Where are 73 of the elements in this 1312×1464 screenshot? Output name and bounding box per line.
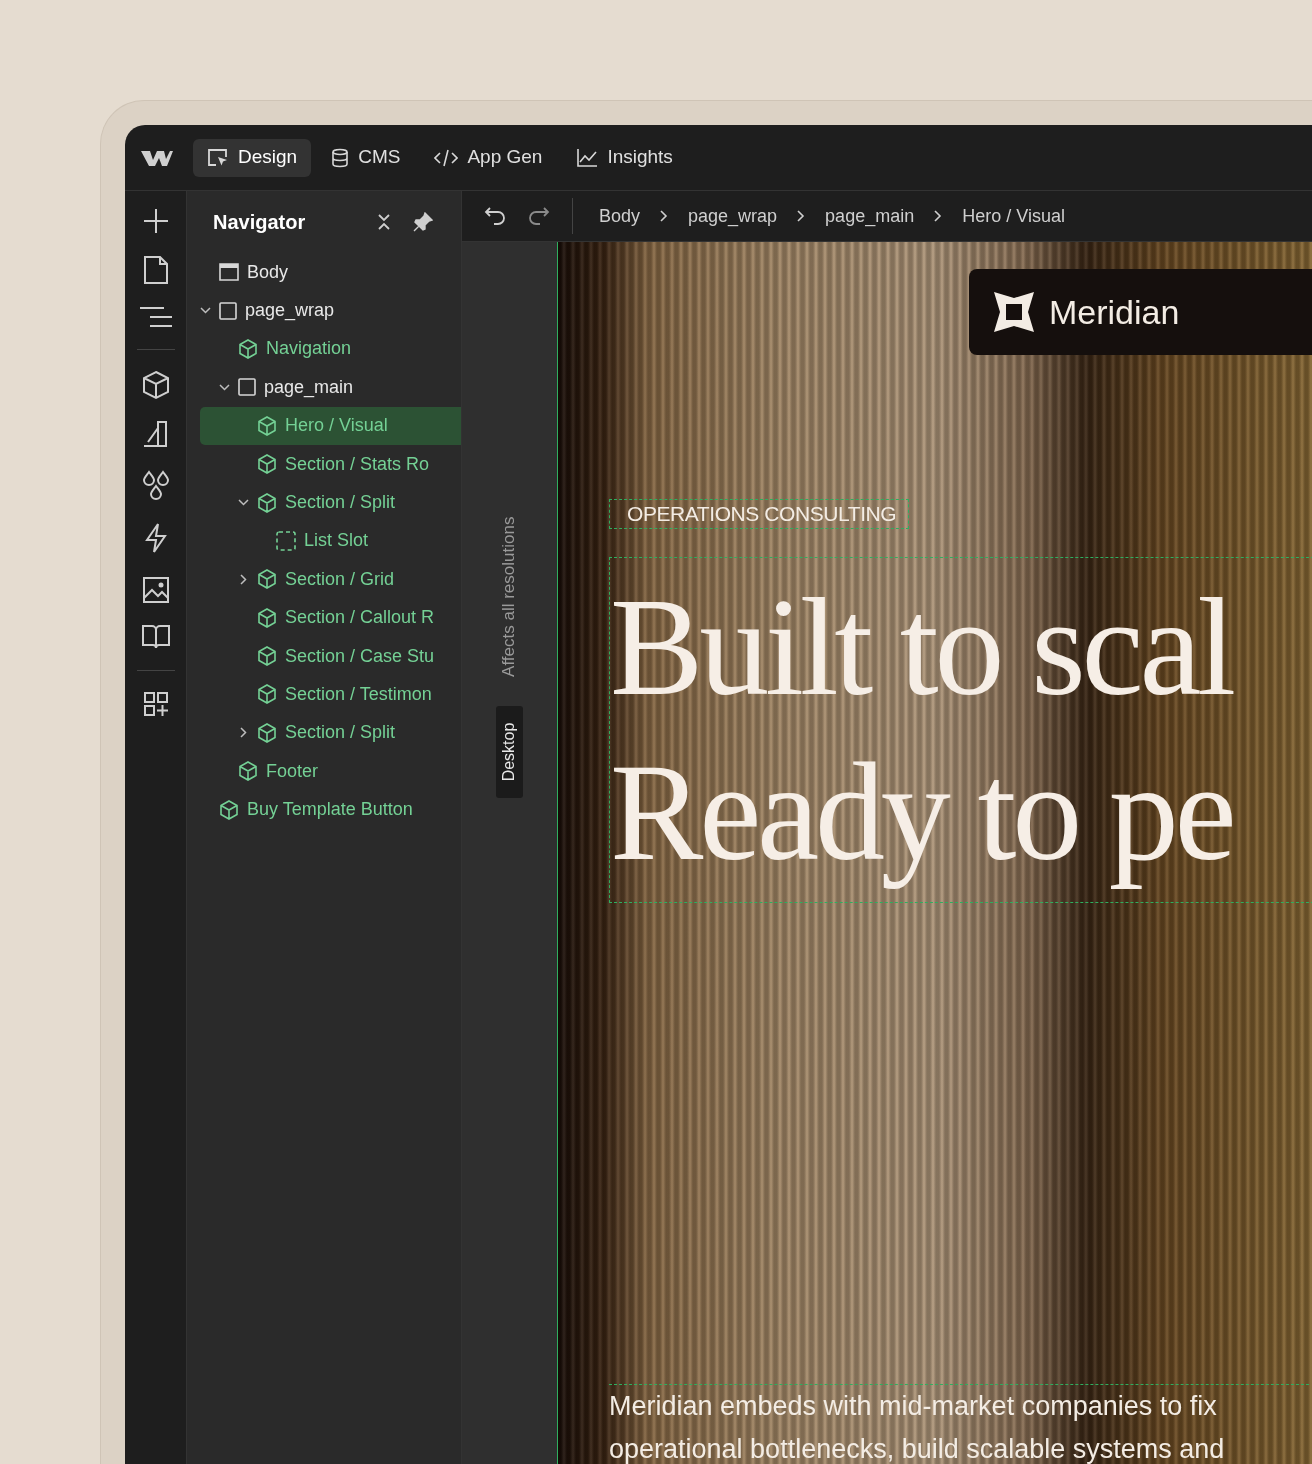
star-logo-icon — [993, 291, 1035, 333]
breadcrumb-link[interactable]: Hero / Visual — [962, 202, 1065, 230]
hero-headline: Built to scal — [610, 568, 1233, 726]
code-icon — [434, 148, 459, 167]
chevron-right-icon[interactable] — [238, 727, 249, 739]
breakpoint-note: Affects all resolutions — [498, 516, 520, 678]
square-icon — [219, 301, 237, 320]
breadcrumb-link[interactable]: Body — [599, 202, 641, 230]
tree-item[interactable]: Section / Stats Ro — [200, 444, 461, 484]
tree-item[interactable]: Footer — [200, 752, 461, 791]
cube-icon — [238, 761, 258, 782]
breadcrumb-link[interactable]: page_main — [825, 202, 915, 230]
square-icon — [238, 378, 256, 397]
chevron-right-icon[interactable] — [238, 573, 249, 585]
cube-icon — [257, 492, 277, 513]
cursor-icon — [207, 147, 229, 168]
panel-title: Navigator — [213, 210, 307, 235]
cube-icon — [257, 415, 277, 436]
database-icon — [331, 147, 350, 168]
page-icon[interactable] — [142, 255, 169, 285]
chevron-down-icon[interactable] — [238, 497, 249, 509]
dashed-square-icon — [276, 530, 296, 551]
tree-item[interactable]: Section / Testimon — [200, 675, 461, 714]
chevron-down-icon[interactable] — [200, 305, 211, 317]
cube-icon — [257, 607, 277, 628]
drops-icon[interactable] — [141, 470, 170, 502]
collapse-icon[interactable] — [377, 213, 391, 231]
book-icon[interactable] — [140, 624, 171, 650]
tree-item[interactable]: page_wrap — [200, 291, 461, 330]
cube-icon — [238, 338, 258, 359]
cube-icon — [257, 722, 277, 743]
brand-name[interactable]: Meridian — [1049, 286, 1180, 338]
tree-item[interactable]: Body — [200, 253, 461, 292]
tree-item[interactable]: page_main — [200, 368, 461, 407]
cube-icon — [219, 799, 239, 820]
add-icon[interactable] — [141, 207, 170, 235]
apps-icon[interactable] — [142, 691, 169, 717]
breakpoint-tab[interactable]: Desktop — [496, 706, 523, 798]
top-tab[interactable]: Insights — [562, 138, 687, 177]
top-tab[interactable]: App Gen — [420, 138, 557, 177]
eyebrow-label: OPERATIONS CONSULTING — [627, 501, 897, 528]
top-tab[interactable]: Design — [193, 138, 312, 177]
cube-icon — [257, 646, 277, 667]
tree-item[interactable]: Section / Grid — [200, 560, 461, 599]
chevron-right-icon — [660, 210, 669, 222]
image-icon[interactable] — [141, 574, 170, 604]
cube-icon[interactable] — [141, 370, 170, 400]
undo-icon[interactable] — [484, 206, 506, 226]
hero-paragraph: Meridian embeds with mid-market companies to fix operational bottlenecks, build scalable systems and — [609, 1384, 1309, 1464]
tree-item[interactable]: Buy Template Button — [200, 790, 461, 829]
tree-item[interactable]: Navigation — [200, 329, 461, 369]
hero-headline: Ready to pe — [610, 733, 1233, 891]
chevron-right-icon — [934, 210, 943, 222]
tree-item[interactable]: Hero / Visual — [200, 406, 461, 445]
tree-item[interactable]: List Slot — [200, 521, 461, 561]
tree-item[interactable]: Section / Case Stu — [200, 636, 461, 676]
breadcrumb-link[interactable]: page_wrap — [688, 202, 778, 230]
style-icon[interactable] — [141, 420, 170, 450]
window-icon — [219, 263, 239, 282]
cube-icon — [257, 684, 277, 705]
cube-icon — [257, 454, 277, 475]
cube-icon — [257, 569, 277, 590]
lightning-icon[interactable] — [143, 522, 168, 554]
tree-item[interactable]: Section / Split — [200, 483, 461, 522]
redo-icon[interactable] — [528, 206, 550, 226]
tree-item[interactable]: Section / Callout R — [200, 598, 461, 637]
chevron-down-icon[interactable] — [219, 381, 230, 393]
navigator-icon[interactable] — [139, 305, 172, 329]
chart-icon — [576, 147, 599, 168]
top-tab[interactable]: CMS — [317, 138, 415, 177]
tree-item[interactable]: Section / Split — [200, 713, 461, 753]
chevron-right-icon — [797, 210, 806, 222]
pin-icon[interactable] — [413, 212, 433, 232]
